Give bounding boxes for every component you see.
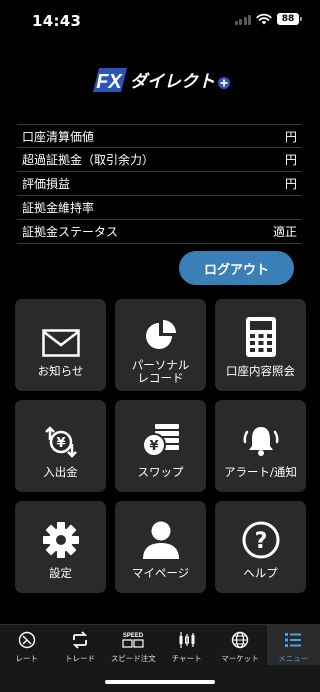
tab-label: レート [15, 654, 38, 663]
tab-label: スピード注文 [110, 654, 156, 663]
info-label: 超過証拠金（取引余力） [22, 153, 155, 167]
help-icon: ? [242, 511, 280, 559]
menu-label: お知らせ [37, 364, 84, 378]
svg-text:FX: FX [96, 71, 123, 93]
info-label: 証拠金維持率 [22, 201, 95, 215]
info-label: 証拠金ステータス [22, 225, 119, 239]
gear-icon [42, 511, 80, 559]
pie-chart-icon [144, 305, 178, 353]
home-indicator [105, 680, 215, 684]
battery-icon: 88 [277, 13, 302, 25]
tab-chart[interactable]: チャート [160, 625, 213, 665]
tab-rate[interactable]: レート [0, 625, 53, 665]
account-info-table: 口座清算価値 円 超過証拠金（取引余力） 円 評価損益 円 証拠金維持率 証拠金… [17, 124, 302, 244]
status-bar: 14:43 88 [0, 0, 320, 44]
tab-label: トレード [64, 654, 95, 663]
info-row-margin-status: 証拠金ステータス 適正 [17, 220, 302, 244]
menu-tile-mypage[interactable]: マイページ [115, 501, 206, 593]
person-icon [141, 511, 181, 559]
yen-coins-icon: ¥ [141, 410, 181, 458]
trade-icon [71, 630, 89, 650]
status-time: 14:43 [32, 12, 82, 30]
menu-label: パーソナル レコード [131, 358, 190, 385]
menu-label: アラート/通知 [224, 465, 297, 479]
calculator-icon [245, 309, 276, 357]
info-row-liquidation-value: 口座清算価値 円 [17, 124, 302, 148]
menu-tile-settings[interactable]: 設定 [15, 501, 106, 593]
info-value: 円 [284, 153, 297, 167]
info-row-unrealized-pl: 評価損益 円 [17, 172, 302, 196]
speed-order-icon: SPEED [121, 630, 145, 650]
menu-icon [284, 630, 302, 650]
menu-tile-account-inquiry[interactable]: 口座内容照会 [215, 299, 306, 391]
tab-label: マーケット [221, 654, 259, 663]
info-value: 円 [284, 177, 297, 191]
tab-trade[interactable]: トレード [53, 625, 106, 665]
menu-tile-personal-record[interactable]: パーソナル レコード [115, 299, 206, 391]
wifi-icon [256, 13, 272, 25]
menu-tile-alerts[interactable]: アラート/通知 [215, 400, 306, 492]
signal-icon [234, 14, 251, 25]
info-row-excess-margin: 超過証拠金（取引余力） 円 [17, 148, 302, 172]
tab-market[interactable]: マーケット [213, 625, 266, 665]
bell-icon [241, 410, 281, 458]
menu-tile-swap[interactable]: ¥ スワップ [115, 400, 206, 492]
info-label: 口座清算価値 [22, 129, 95, 144]
svg-text:¥: ¥ [149, 439, 158, 454]
menu-label: マイページ [131, 566, 190, 580]
svg-text:?: ? [254, 529, 267, 554]
tab-label: メニュー [278, 654, 309, 663]
tab-label: チャート [171, 654, 202, 663]
menu-label: ヘルプ [243, 566, 278, 580]
menu-tile-deposit-withdrawal[interactable]: ¥ 入出金 [15, 400, 106, 492]
svg-text:SPEED: SPEED [123, 633, 144, 639]
envelope-icon [41, 309, 80, 357]
menu-label: 口座内容照会 [226, 364, 295, 378]
svg-text:¥: ¥ [56, 436, 65, 451]
menu-grid: お知らせ パーソナル レコード 口座内容照会 ¥ 入出金 ¥ スワップ アラート… [15, 299, 306, 593]
menu-label: スワップ [137, 465, 184, 479]
menu-tile-notices[interactable]: お知らせ [15, 299, 106, 391]
info-value: 適正 [272, 225, 297, 239]
globe-icon [231, 630, 249, 650]
svg-text:ダイレクト: ダイレクト [130, 72, 215, 92]
menu-tile-help[interactable]: ? ヘルプ [215, 501, 306, 593]
battery-level: 88 [277, 13, 299, 25]
status-icons: 88 [234, 13, 302, 25]
menu-label: 入出金 [43, 465, 78, 479]
tab-bar: レート トレード SPEED スピード注文 チャート マーケット メニュー [0, 624, 320, 692]
logout-button[interactable]: ログアウト [179, 251, 294, 285]
fx-direct-logo: FX ダイレクト [93, 68, 230, 93]
menu-label: 設定 [49, 566, 72, 580]
tab-menu[interactable]: メニュー [266, 625, 320, 665]
info-label: 評価損益 [22, 177, 71, 191]
tab-speed-order[interactable]: SPEED スピード注文 [107, 625, 160, 665]
info-row-margin-ratio: 証拠金維持率 [17, 196, 302, 220]
rate-icon [18, 630, 36, 650]
yen-transfer-icon: ¥ [42, 410, 80, 458]
info-value: 円 [284, 129, 297, 144]
chart-icon [177, 630, 197, 650]
